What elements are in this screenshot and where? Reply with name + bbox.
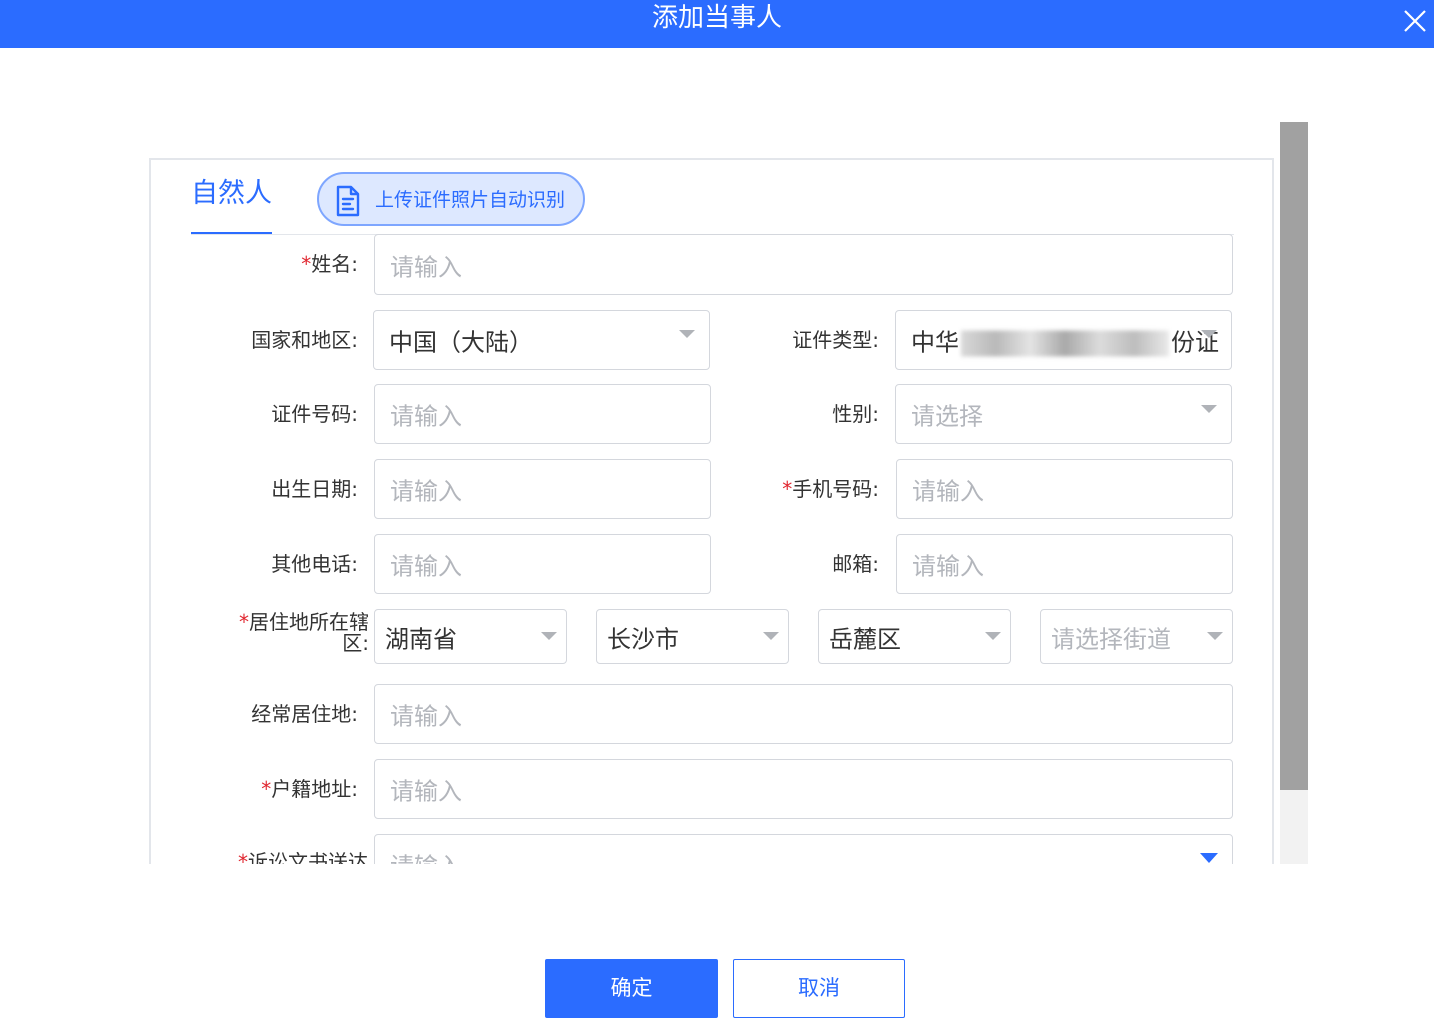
chevron-down-icon <box>1200 853 1218 863</box>
household-address-label: *户籍地址: <box>151 775 358 803</box>
dialog-title: 添加当事人 <box>651 3 782 33</box>
id-type-select[interactable]: 中华 份证 <box>895 310 1232 370</box>
chevron-down-icon <box>541 632 557 640</box>
country-label: 国家和地区: <box>251 328 358 352</box>
other-phone-placeholder: 请输入 <box>390 552 462 581</box>
id-type-label: 证件类型: <box>792 328 879 352</box>
name-label-text: 姓名: <box>311 252 358 276</box>
mobile-label-text: 手机号码: <box>792 477 879 501</box>
usual-residence-label: 经常居住地: <box>251 702 358 726</box>
district-select[interactable]: 岳麓区 <box>818 609 1011 664</box>
party-form-panel: 自然人 上传证件照片自动识别 *姓名: 请输入 国家和地区: 中国（大陆） 证件… <box>149 158 1274 864</box>
street-placeholder: 请选择街道 <box>1051 625 1171 653</box>
litigation-delivery-select[interactable]: 请输入 <box>374 834 1233 864</box>
country-value: 中国（大陆） <box>389 328 533 357</box>
chevron-down-icon <box>763 632 779 640</box>
mobile-label: *手机号码: <box>711 475 879 503</box>
province-value: 湖南省 <box>385 625 457 653</box>
city-select[interactable]: 长沙市 <box>596 609 789 664</box>
other-phone-label: 其他电话: <box>271 552 358 576</box>
mobile-input[interactable]: 请输入 <box>896 459 1233 519</box>
name-input[interactable]: 请输入 <box>374 234 1233 295</box>
upload-id-photo-button[interactable]: 上传证件照片自动识别 <box>317 172 585 226</box>
confirm-button[interactable]: 确定 <box>545 959 718 1018</box>
chevron-down-icon <box>1207 632 1223 640</box>
household-address-placeholder: 请输入 <box>390 777 462 806</box>
residence-label-text: 居住地所在辖区: <box>249 610 369 655</box>
close-icon[interactable] <box>1402 8 1428 34</box>
litigation-delivery-label: *诉讼文书送达 <box>151 848 368 864</box>
street-select[interactable]: 请选择街道 <box>1040 609 1233 664</box>
email-input[interactable]: 请输入 <box>896 534 1233 594</box>
cancel-button[interactable]: 取消 <box>733 959 905 1018</box>
litigation-delivery-label-text: 诉讼文书送达 <box>248 850 368 864</box>
residence-label: *居住地所在辖区: <box>221 612 369 654</box>
country-select[interactable]: 中国（大陆） <box>373 310 710 370</box>
required-mark: * <box>239 610 249 634</box>
id-number-placeholder: 请输入 <box>390 402 462 431</box>
scrollbar-thumb[interactable] <box>1280 122 1308 790</box>
household-address-input[interactable]: 请输入 <box>374 759 1233 819</box>
required-mark: * <box>301 252 312 276</box>
upload-id-photo-label: 上传证件照片自动识别 <box>375 189 566 211</box>
usual-residence-input[interactable]: 请输入 <box>374 684 1233 744</box>
id-number-input[interactable]: 请输入 <box>374 384 711 444</box>
gender-select[interactable]: 请选择 <box>895 384 1232 444</box>
gender-label: 性别: <box>832 402 879 426</box>
other-phone-input[interactable]: 请输入 <box>374 534 711 594</box>
email-label: 邮箱: <box>832 552 879 576</box>
required-mark: * <box>261 777 272 801</box>
city-value: 长沙市 <box>607 625 679 653</box>
birth-date-label: 出生日期: <box>271 477 358 501</box>
name-placeholder: 请输入 <box>390 253 462 281</box>
dialog-header: 添加当事人 <box>0 0 1434 48</box>
chevron-down-icon <box>679 330 695 338</box>
chevron-down-icon <box>1201 330 1217 338</box>
document-scan-icon <box>336 185 360 217</box>
birth-date-placeholder: 请输入 <box>390 477 462 506</box>
chevron-down-icon <box>1201 405 1217 413</box>
litigation-delivery-placeholder: 请输入 <box>390 847 462 865</box>
email-placeholder: 请输入 <box>912 552 984 581</box>
id-number-label: 证件号码: <box>271 402 358 426</box>
required-mark: * <box>238 850 248 864</box>
usual-residence-placeholder: 请输入 <box>390 702 462 731</box>
name-label: *姓名: <box>151 250 358 278</box>
id-type-value: 中华 份证 <box>911 323 1219 358</box>
required-mark: * <box>782 477 793 501</box>
district-value: 岳麓区 <box>829 625 901 653</box>
mobile-placeholder: 请输入 <box>912 477 984 506</box>
birth-date-input[interactable]: 请输入 <box>374 459 711 519</box>
gender-placeholder: 请选择 <box>911 402 983 431</box>
chevron-down-icon <box>985 632 1001 640</box>
tab-natural-person[interactable]: 自然人 <box>191 176 272 234</box>
household-address-label-text: 户籍地址: <box>271 777 358 801</box>
redacted-text <box>961 330 1169 357</box>
id-type-value-prefix: 中华 <box>911 328 959 357</box>
province-select[interactable]: 湖南省 <box>374 609 567 664</box>
